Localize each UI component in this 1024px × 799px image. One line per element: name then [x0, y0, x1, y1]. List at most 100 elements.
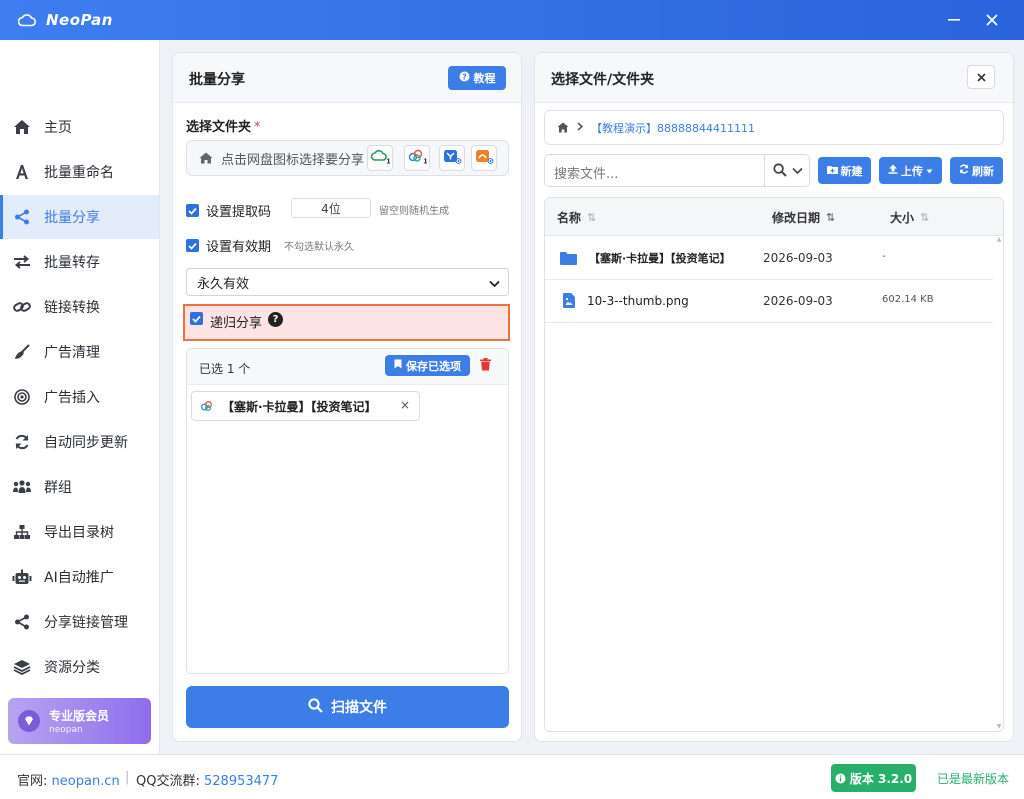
table-header: 名称 ⇅ 修改日期 ⇅ 大小 ⇅: [545, 198, 1003, 236]
help-icon[interactable]: ?: [268, 312, 284, 327]
baidu-disk-icon: [200, 400, 214, 412]
cloud-disk-3-button[interactable]: [439, 145, 465, 171]
quark-disk-icon: [442, 148, 462, 168]
sidebar-item-label: 资源分类: [44, 660, 100, 676]
sort-icon: ⇅: [826, 211, 836, 224]
cloud-disk-4-button[interactable]: [471, 145, 497, 171]
sidebar-item-batch-share[interactable]: 批量分享: [0, 195, 159, 239]
qq-group-info: QQ交流群: 528953477: [136, 774, 279, 789]
sidebar-item-export-tree[interactable]: 导出目录树: [0, 510, 159, 554]
validity-option: 设置有效期: [186, 236, 271, 255]
group-icon: [12, 477, 32, 497]
svg-text:1: 1: [386, 158, 390, 165]
sidebar: 主页 批量重命名 批量分享 批量转存 链接转换 广告清理 广告插入 自动同步更新…: [0, 40, 160, 754]
close-window-button[interactable]: [982, 10, 1002, 30]
extract-code-input[interactable]: 4位: [291, 198, 371, 218]
folder-icon: [560, 251, 577, 265]
remove-item-icon[interactable]: ×: [400, 398, 410, 412]
search-placeholder: 搜索文件...: [554, 167, 619, 182]
close-icon: [976, 72, 986, 82]
sidebar-item-auto-sync[interactable]: 自动同步更新: [0, 420, 159, 464]
sidebar-item-label: 批量转存: [44, 255, 100, 271]
scroll-up-icon[interactable]: ▲: [996, 236, 1002, 243]
sidebar-item-resource-category[interactable]: 资源分类: [0, 645, 159, 689]
selected-items-box: 已选 1 个 保存已选项 【塞斯·卡拉曼】【投资笔记】 ×: [186, 348, 509, 674]
cloud-drive-icon: 1: [370, 148, 391, 168]
table-scrollbar[interactable]: ▲ ▼: [996, 236, 1002, 730]
validity-hint: 不勾选默认永久: [284, 242, 354, 253]
scroll-down-icon[interactable]: ▼: [996, 723, 1002, 730]
folder-field-label: 选择文件夹 *: [186, 120, 261, 135]
recursive-share-checkbox[interactable]: [190, 312, 203, 325]
sidebar-item-label: 广告清理: [44, 345, 100, 361]
table-row[interactable]: 10-3--thumb.png 2026-09-03 602.14 KB: [545, 280, 993, 323]
sidebar-item-label: 批量重命名: [44, 165, 114, 181]
minimize-button[interactable]: [944, 10, 964, 30]
share-alt-icon: [12, 612, 32, 632]
scan-files-button[interactable]: 扫描文件: [186, 686, 509, 728]
selected-item-name: 【塞斯·卡拉曼】【投资笔记】: [222, 399, 377, 414]
search-icon[interactable]: [773, 163, 787, 181]
panel-title: 选择文件/文件夹: [551, 72, 655, 88]
sidebar-item-label: 导出目录树: [44, 525, 114, 541]
sidebar-item-home[interactable]: 主页: [0, 105, 159, 149]
file-search-input[interactable]: 搜索文件...: [544, 154, 810, 187]
cloud-disk-1-button[interactable]: 1: [367, 145, 393, 171]
sidebar-item-batch-transfer[interactable]: 批量转存: [0, 240, 159, 284]
sidebar-item-ad-clean[interactable]: 广告清理: [0, 330, 159, 374]
chevron-down-icon: [489, 277, 500, 292]
chevron-down-icon[interactable]: [792, 164, 803, 179]
folder-placeholder: 点击网盘图标选择要分享: [221, 152, 365, 168]
cloud-disk-2-button[interactable]: 1: [404, 145, 430, 171]
search-divider: [764, 155, 765, 186]
breadcrumb-current[interactable]: 【教程演示】88888844411111: [591, 120, 755, 136]
sidebar-item-label: 链接转换: [44, 300, 100, 316]
vip-username: neopan: [49, 725, 83, 735]
sidebar-item-share-link-manage[interactable]: 分享链接管理: [0, 600, 159, 644]
vip-member-card[interactable]: 专业版会员 neopan: [8, 698, 151, 744]
table-row[interactable]: 【塞斯·卡拉曼】【投资笔记】 2026-09-03 -: [545, 237, 993, 280]
extract-code-label: 设置提取码: [206, 205, 272, 220]
trash-icon[interactable]: [480, 358, 491, 375]
website-info: 官网: neopan.cn: [17, 774, 120, 789]
close-panel-button[interactable]: [967, 65, 995, 89]
save-selected-button[interactable]: 保存已选项: [385, 355, 470, 376]
batch-share-header: 批量分享 ? 教程: [173, 53, 521, 103]
column-header-date[interactable]: 修改日期 ⇅: [772, 209, 835, 226]
sidebar-item-link-convert[interactable]: 链接转换: [0, 285, 159, 329]
column-header-name[interactable]: 名称 ⇅: [557, 209, 596, 226]
new-label: 新建: [840, 164, 863, 178]
info-circle-icon: [835, 773, 846, 784]
image-file-icon: [563, 293, 575, 308]
version-label: 版本 3.2.0: [849, 771, 913, 786]
extract-code-option: 设置提取码: [186, 201, 271, 220]
svg-text:1: 1: [423, 158, 427, 165]
website-link[interactable]: neopan.cn: [52, 774, 120, 789]
save-selected-label: 保存已选项: [406, 359, 461, 373]
status-bar: 官网: neopan.cn | QQ交流群: 528953477 版本 3.2.…: [0, 754, 1024, 799]
caret-down-icon: [926, 164, 933, 177]
sidebar-item-group[interactable]: 群组: [0, 465, 159, 509]
selected-count: 已选 1 个: [199, 362, 251, 376]
sidebar-item-batch-rename[interactable]: 批量重命名: [0, 150, 159, 194]
broom-icon: [12, 342, 32, 362]
vip-gem-icon: [18, 710, 40, 732]
new-folder-button[interactable]: 新建: [818, 157, 871, 184]
refresh-button[interactable]: 刷新: [950, 157, 1003, 184]
qq-group-number[interactable]: 528953477: [204, 774, 278, 789]
row-name: 10-3--thumb.png: [587, 293, 689, 308]
font-icon: [12, 162, 32, 182]
link-icon: [12, 297, 32, 317]
extract-code-checkbox[interactable]: [186, 204, 199, 217]
sidebar-item-ad-insert[interactable]: 广告插入: [0, 375, 159, 419]
footer-separator: |: [125, 770, 130, 785]
tutorial-button[interactable]: ? 教程: [448, 66, 506, 90]
validity-select[interactable]: 永久有效: [186, 268, 509, 296]
upload-button[interactable]: 上传: [879, 157, 942, 184]
version-badge[interactable]: 版本 3.2.0: [831, 764, 916, 792]
column-header-size[interactable]: 大小 ⇅: [890, 209, 929, 226]
batch-share-panel: 批量分享 ? 教程 选择文件夹 * 点击网盘图标选择要分享 1 1 设置提取码 4…: [172, 52, 522, 742]
sidebar-item-ai-promote[interactable]: AI自动推广: [0, 555, 159, 599]
home-icon[interactable]: [557, 122, 569, 133]
validity-checkbox[interactable]: [186, 239, 199, 252]
